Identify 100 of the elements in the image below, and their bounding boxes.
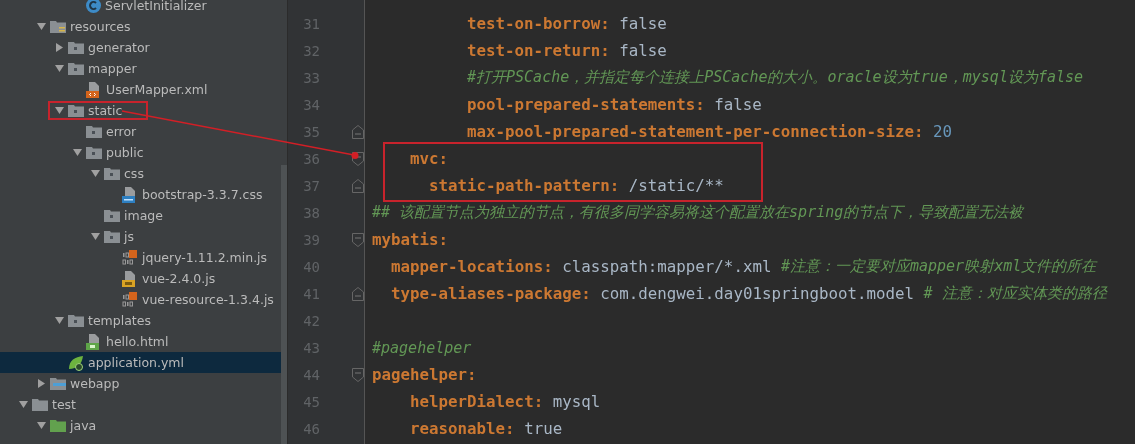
scrollbar-thumb[interactable] bbox=[281, 165, 287, 444]
tree-item[interactable]: vue-resource-1.3.4.js bbox=[0, 289, 281, 310]
yaml-key: mapper-locations: bbox=[391, 257, 553, 276]
tree-item[interactable]: mapper bbox=[0, 58, 281, 79]
collapsed-arrow-icon[interactable] bbox=[36, 379, 46, 388]
tree-item[interactable]: css bbox=[0, 163, 281, 184]
tree-item[interactable]: templates bbox=[0, 310, 281, 331]
folder-icon bbox=[104, 209, 120, 222]
folder-icon bbox=[32, 398, 48, 411]
yaml-key: pagehelper: bbox=[372, 365, 477, 384]
yaml-value: com.dengwei.day01springboot.model bbox=[600, 284, 915, 303]
tree-item[interactable]: public bbox=[0, 142, 281, 163]
folder-icon bbox=[68, 41, 84, 54]
yaml-number: 20 bbox=[933, 122, 953, 141]
tree-item[interactable]: java bbox=[0, 415, 281, 436]
tree-item-label: application.yml bbox=[88, 355, 184, 370]
tree-item[interactable]: vue-2.4.0.js bbox=[0, 268, 281, 289]
tree-item[interactable]: static bbox=[0, 100, 281, 121]
yaml-value: false bbox=[619, 14, 667, 33]
collapsed-arrow-icon[interactable] bbox=[54, 43, 64, 52]
code-comment: #打开PSCache，并指定每个连接上PSCache的大小。oracle设为true，mysql设为false bbox=[467, 68, 1084, 87]
yaml-key: type-aliases-package: bbox=[391, 284, 591, 303]
folder-icon bbox=[104, 230, 120, 243]
expanded-arrow-icon[interactable] bbox=[54, 64, 64, 73]
yaml-value: false bbox=[619, 41, 667, 60]
expanded-arrow-icon[interactable] bbox=[36, 421, 46, 430]
fold-icon[interactable] bbox=[352, 178, 364, 193]
folder-icon bbox=[68, 62, 84, 75]
expanded-arrow-icon[interactable] bbox=[72, 148, 82, 157]
js-file-icon bbox=[122, 270, 138, 287]
tree-item[interactable]: image bbox=[0, 205, 281, 226]
tree-item-label: java bbox=[70, 418, 97, 433]
fold-icon[interactable] bbox=[352, 124, 364, 139]
tree-item-label: vue-resource-1.3.4.js bbox=[142, 292, 274, 307]
tree-item-label: static bbox=[88, 103, 123, 118]
tree-item[interactable]: UserMapper.xml bbox=[0, 79, 281, 100]
folder-icon bbox=[68, 104, 84, 117]
yaml-key: mybatis: bbox=[372, 230, 449, 249]
tree-item-label: ServletInitializer bbox=[105, 0, 207, 13]
tree-item[interactable]: ServletInitializer bbox=[0, 0, 281, 16]
yaml-key: pool-prepared-statements: bbox=[467, 95, 705, 114]
fold-icon[interactable] bbox=[352, 151, 364, 166]
yaml-value: true bbox=[524, 419, 563, 438]
tree-item-label: js bbox=[124, 229, 134, 244]
tree-item[interactable]: webapp bbox=[0, 373, 281, 394]
tree-item-label: resources bbox=[70, 19, 131, 34]
tree-item[interactable]: jquery-1.11.2.min.js bbox=[0, 247, 281, 268]
fold-icon[interactable] bbox=[352, 367, 364, 382]
tree-item[interactable]: bootstrap-3.3.7.css bbox=[0, 184, 281, 205]
tree-item[interactable]: error bbox=[0, 121, 281, 142]
yaml-key: reasonable: bbox=[410, 419, 515, 438]
yaml-key: mvc: bbox=[410, 149, 449, 168]
fold-icon[interactable] bbox=[352, 232, 364, 247]
spring-leaf-icon bbox=[68, 354, 84, 371]
expanded-arrow-icon[interactable] bbox=[54, 106, 64, 115]
html-file-icon bbox=[86, 333, 102, 350]
fold-icon[interactable] bbox=[352, 286, 364, 301]
tree-item-label: vue-2.4.0.js bbox=[142, 271, 216, 286]
expanded-arrow-icon[interactable] bbox=[36, 22, 46, 31]
yaml-value: false bbox=[714, 95, 762, 114]
yaml-key: test-on-return: bbox=[467, 41, 610, 60]
tree-item[interactable]: application.yml bbox=[0, 352, 281, 373]
tree-item-label: error bbox=[106, 124, 137, 139]
web-folder-icon bbox=[50, 377, 66, 390]
class-icon bbox=[86, 0, 101, 13]
tree-item-label: mapper bbox=[88, 61, 137, 76]
xml-file-icon bbox=[86, 81, 102, 98]
tree-item[interactable]: resources bbox=[0, 16, 281, 37]
tree-item[interactable]: js bbox=[0, 226, 281, 247]
tree-item[interactable]: test bbox=[0, 394, 281, 415]
expanded-arrow-icon[interactable] bbox=[54, 316, 64, 325]
code-comment: ## 该配置节点为独立的节点，有很多同学容易将这个配置放在spring的节点下，导致配置无法被 bbox=[372, 203, 1024, 222]
yaml-key: static-path-pattern: bbox=[429, 176, 620, 195]
expanded-arrow-icon[interactable] bbox=[90, 232, 100, 241]
binary-file-icon bbox=[122, 291, 138, 308]
yaml-key: max-pool-prepared-statement-per-connection-size: bbox=[467, 122, 924, 141]
expanded-arrow-icon[interactable] bbox=[18, 400, 28, 409]
yaml-value: classpath:mapper/*.xml bbox=[562, 257, 772, 276]
code-comment: #pagehelper bbox=[372, 338, 472, 357]
tree-item[interactable]: generator bbox=[0, 37, 281, 58]
tree-item-label: webapp bbox=[70, 376, 120, 391]
yaml-key: test-on-borrow: bbox=[467, 14, 610, 33]
folder-icon bbox=[86, 146, 102, 159]
tree-item-label: generator bbox=[88, 40, 150, 55]
code-comment: #注意：一定要对应mapper映射xml文件的所在 bbox=[780, 257, 1097, 276]
tree-item-label: templates bbox=[88, 313, 151, 328]
yaml-value: /static/** bbox=[628, 176, 724, 195]
folder-icon bbox=[86, 125, 102, 138]
binary-file-icon bbox=[122, 249, 138, 266]
folder-icon bbox=[68, 314, 84, 327]
yaml-key: helperDialect: bbox=[410, 392, 544, 411]
tree-item-label: UserMapper.xml bbox=[106, 82, 208, 97]
source-folder-icon bbox=[50, 419, 66, 432]
code-comment: # 注意：对应实体类的路径 bbox=[923, 284, 1107, 303]
tree-item[interactable]: hello.html bbox=[0, 331, 281, 352]
yaml-value: mysql bbox=[552, 392, 601, 411]
expanded-arrow-icon[interactable] bbox=[90, 169, 100, 178]
tree-item-label: bootstrap-3.3.7.css bbox=[142, 187, 263, 202]
resources-folder-icon bbox=[50, 20, 66, 33]
css-file-icon bbox=[122, 186, 138, 203]
